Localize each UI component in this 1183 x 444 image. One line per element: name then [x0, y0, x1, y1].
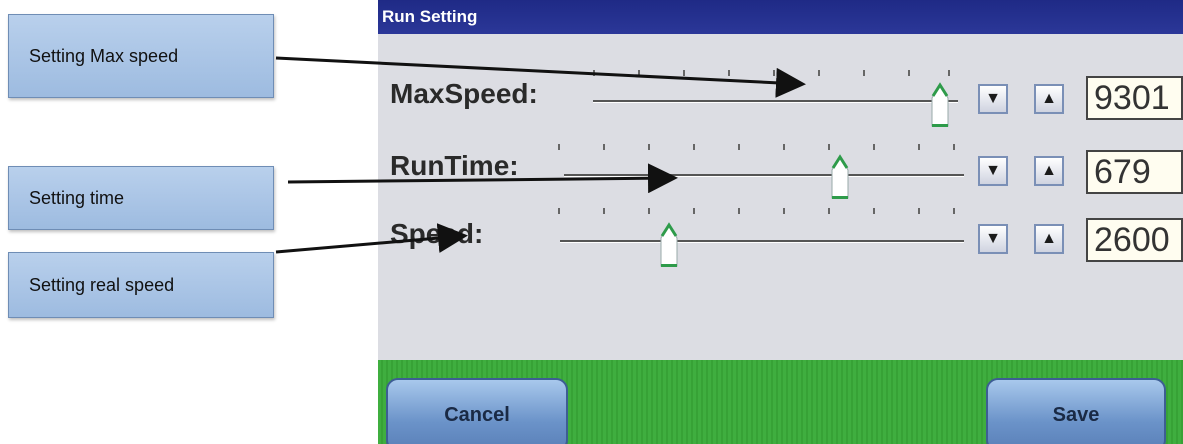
annotation-arrows: [275, 56, 806, 254]
arrow-to-maxspeed: [275, 56, 806, 98]
arrow-to-runtime: [287, 163, 678, 194]
arrow-to-speed: [275, 223, 468, 254]
